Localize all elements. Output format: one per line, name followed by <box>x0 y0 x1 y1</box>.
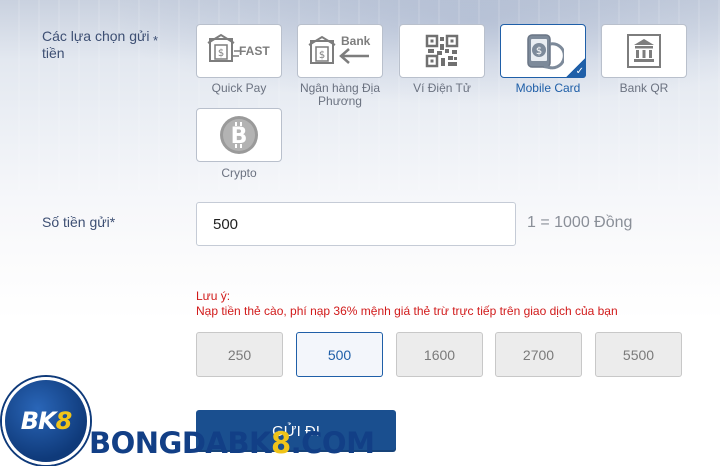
preset-amount-5500[interactable]: 5500 <box>595 332 682 377</box>
method-crypto[interactable]: B <box>196 108 282 162</box>
exchange-rate: 1 = 1000 Đồng <box>527 214 633 231</box>
amount-label: Số tiền gửi* <box>42 214 116 230</box>
method-label-mobile-card: Mobile Card <box>515 81 581 95</box>
amount-input[interactable] <box>196 202 516 246</box>
required-marker: * <box>153 33 159 48</box>
logo-text-suffix: 8 <box>55 407 73 435</box>
notice-title: Lưu ý: <box>196 289 231 303</box>
watermark-eight: 8 <box>270 426 291 460</box>
method-local-bank[interactable]: $ Bank <box>297 24 383 78</box>
notice-text: Nạp tiền thẻ cào, phí nạp 36% mệnh giá t… <box>196 304 618 318</box>
qr-code-icon <box>425 34 459 68</box>
quick-pay-icon: $ FAST <box>207 33 270 62</box>
preset-amount-500[interactable]: 500 <box>296 332 383 377</box>
deposit-method-label: Các lựa chọn gửi tiền <box>42 28 150 61</box>
svg-text:$: $ <box>536 46 542 57</box>
method-bank-qr[interactable] <box>601 24 687 78</box>
logo-text-prefix: BK <box>20 407 57 435</box>
method-e-wallet[interactable] <box>399 24 485 78</box>
watermark-suffix: .COM <box>290 426 375 460</box>
svg-text:B: B <box>231 124 248 149</box>
method-label-e-wallet: Ví Điện Tử <box>413 81 471 95</box>
svg-text:$: $ <box>319 50 325 61</box>
bk8-logo: BK8 <box>2 377 90 465</box>
method-label-crypto: Crypto <box>221 166 257 180</box>
preset-amount-2700[interactable]: 2700 <box>495 332 582 377</box>
local-bank-icon: $ Bank <box>308 34 371 64</box>
local-bank-icon-text: Bank <box>341 34 371 48</box>
mobile-card-icon: $ <box>527 34 564 70</box>
svg-text:$: $ <box>218 48 224 59</box>
preset-amount-250[interactable]: 250 <box>196 332 283 377</box>
method-label-local-bank: Ngân hàng Địa Phương <box>299 81 381 108</box>
bank-qr-icon <box>627 34 661 68</box>
quick-pay-icon-text: FAST <box>239 44 270 58</box>
bitcoin-icon: B <box>220 116 258 154</box>
method-mobile-card[interactable]: $ ✓ <box>500 24 586 78</box>
site-watermark: BONGDABK8.COM <box>89 426 375 460</box>
method-quick-pay[interactable]: $ FAST <box>196 24 282 78</box>
watermark-prefix: BONGDABK <box>89 426 271 460</box>
preset-amount-1600[interactable]: 1600 <box>396 332 483 377</box>
method-label-bank-qr: Bank QR <box>619 81 669 95</box>
method-label-quick-pay: Quick Pay <box>211 81 267 95</box>
selected-check-icon: ✓ <box>564 58 586 78</box>
